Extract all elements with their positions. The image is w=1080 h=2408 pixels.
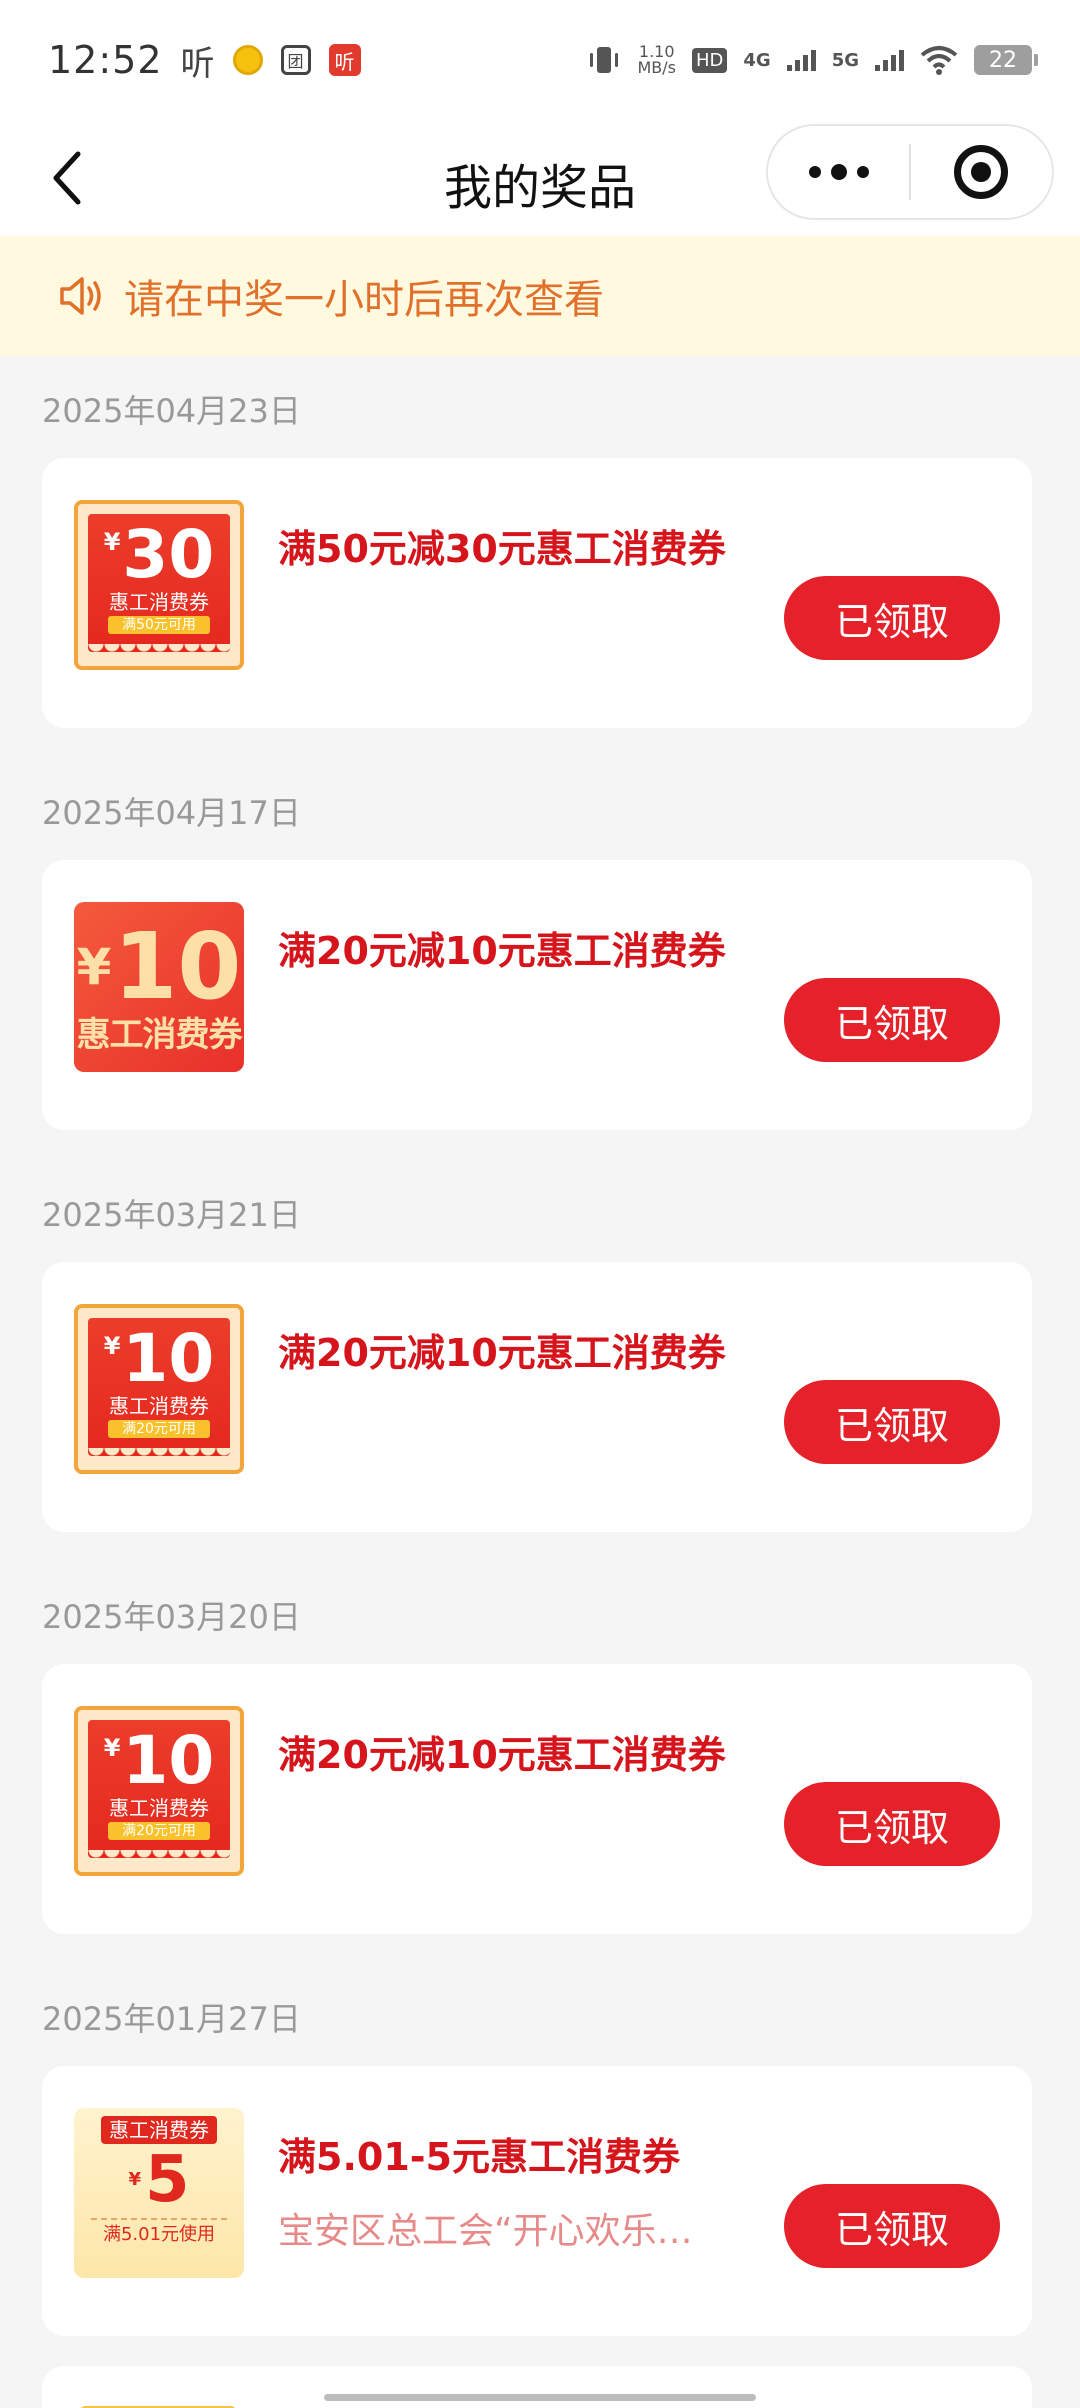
miniprogram-capsule (766, 124, 1054, 220)
prize-card[interactable]: ¥10 惠工消费券 满20元可用 满20元减10元惠工消费券 已领取 (42, 1262, 1032, 1532)
prize-title: 满20元减10元惠工消费券 (278, 1733, 726, 1777)
network-5g-label: 5G (831, 49, 859, 71)
prize-subtitle: 宝安区总工会“开心欢乐… (278, 2211, 693, 2252)
coupon-thumbnail: ¥30 惠工消费券 满50元可用 (74, 500, 244, 670)
status-time: 12:52 (48, 38, 163, 82)
prize-date: 2025年03月21日 (42, 1196, 301, 1234)
prize-list: 2025年04月23日 ¥30 惠工消费券 满50元可用 满50元减30元惠工消… (0, 356, 1080, 2366)
notice-bar: 请在中奖一小时后再次查看 (0, 236, 1080, 356)
network-speed-unit: MB/s (637, 58, 676, 77)
coupon-amount: ¥30 (103, 516, 215, 593)
claimed-button[interactable]: 已领取 (784, 1782, 1000, 1866)
speaker-icon (60, 277, 101, 315)
prize-date: 2025年04月17日 (42, 794, 301, 832)
prize-card[interactable]: ¥30 惠工消费券 满50元可用 满50元减30元惠工消费券 已领取 (42, 458, 1032, 728)
group-app-icon: 团 (280, 45, 311, 75)
status-bar: 12:52 听 团 听 1.10 MB/s HD 4G 5G 22 (0, 0, 1080, 120)
coupon-name: 惠工消费券 (76, 1015, 243, 1055)
listen-app-icon: 听 (180, 43, 215, 84)
more-dot-icon (856, 166, 869, 178)
battery-icon: 22 (974, 45, 1038, 75)
coupon-name: 惠工消费券 (101, 2116, 217, 2144)
signal-4g-icon (786, 49, 816, 71)
prize-date: 2025年03月20日 (42, 1598, 301, 1636)
claimed-button[interactable]: 已领取 (784, 576, 1000, 660)
network-speed: 1.10 MB/s (637, 44, 676, 76)
close-miniprogram-button[interactable] (911, 126, 1052, 218)
target-close-icon (954, 145, 1009, 199)
prize-title: 满20元减10元惠工消费券 (278, 1331, 726, 1375)
red-app-icon: 听 (328, 44, 361, 76)
prize-card[interactable]: ¥10 惠工消费券 满20元可用 满20元减10元惠工消费券 已领取 (42, 1664, 1032, 1934)
coupon-amount: ¥10 (76, 913, 242, 1020)
coupon-condition: 满5.01元使用 (102, 2224, 216, 2245)
hd-icon: HD (691, 47, 728, 73)
prize-title: 满5.01-5元惠工消费券 (278, 2135, 680, 2179)
prize-group: 2025年04月17日 ¥10 惠工消费券 满20元减10元惠工消费券 已领取 (0, 758, 1080, 1160)
coupon-condition: 满20元可用 (108, 1420, 210, 1438)
prize-card-partial[interactable] (42, 2366, 1032, 2408)
coupon-amount: ¥10 (103, 1320, 215, 1397)
home-indicator[interactable] (324, 2394, 756, 2401)
prize-card[interactable]: 惠工消费券 ¥5 满5.01元使用 满5.01-5元惠工消费券 宝安区总工会“开… (42, 2066, 1032, 2336)
prize-group: 2025年04月23日 ¥30 惠工消费券 满50元可用 满50元减30元惠工消… (0, 356, 1080, 758)
coupon-thumbnail: 惠工消费券 ¥5 满5.01元使用 (74, 2108, 244, 2278)
more-dot-icon (808, 166, 821, 178)
prize-title: 满50元减30元惠工消费券 (278, 527, 726, 571)
claimed-button[interactable]: 已领取 (784, 1380, 1000, 1464)
notice-text: 请在中奖一小时后再次查看 (124, 277, 604, 323)
prize-group: 2025年01月27日 惠工消费券 ¥5 满5.01元使用 满5.01-5元惠工… (0, 1964, 1080, 2366)
network-4g-label: 4G (743, 49, 771, 71)
coupon-divider (91, 2218, 227, 2220)
claimed-button[interactable]: 已领取 (784, 2184, 1000, 2268)
coupon-condition: 满50元可用 (108, 616, 210, 634)
wifi-icon (920, 46, 958, 75)
prize-group: 2025年03月21日 ¥10 惠工消费券 满20元可用 满20元减10元惠工消… (0, 1160, 1080, 1562)
nav-bar: 我的奖品 (0, 120, 1080, 236)
more-button[interactable] (768, 126, 909, 218)
status-right: 1.10 MB/s HD 4G 5G 22 (587, 43, 1038, 77)
vibrate-icon (590, 47, 619, 73)
coupon-thumbnail: ¥10 惠工消费券 (74, 902, 244, 1072)
coupon-thumbnail: ¥10 惠工消费券 满20元可用 (74, 1706, 244, 1876)
coin-icon (232, 45, 263, 75)
prize-card[interactable]: ¥10 惠工消费券 满20元减10元惠工消费券 已领取 (42, 860, 1032, 1130)
signal-5g-icon (875, 49, 904, 71)
claimed-button[interactable]: 已领取 (784, 978, 1000, 1062)
prize-title: 满20元减10元惠工消费券 (278, 929, 726, 973)
coupon-name: 惠工消费券 (109, 1796, 209, 1820)
coupon-name: 惠工消费券 (109, 1394, 209, 1418)
prize-group: 2025年03月20日 ¥10 惠工消费券 满20元可用 满20元减10元惠工消… (0, 1562, 1080, 1964)
coupon-name: 惠工消费券 (109, 590, 209, 614)
coupon-condition: 满20元可用 (108, 1822, 210, 1840)
coupon-amount: ¥5 (128, 2143, 190, 2217)
coupon-thumbnail: ¥10 惠工消费券 满20元可用 (74, 1304, 244, 1474)
prize-date: 2025年04月23日 (42, 392, 301, 430)
prize-date: 2025年01月27日 (42, 2000, 301, 2038)
more-dot-icon (830, 164, 847, 180)
coupon-amount: ¥10 (103, 1722, 215, 1799)
status-left: 12:52 听 团 听 (48, 36, 361, 85)
